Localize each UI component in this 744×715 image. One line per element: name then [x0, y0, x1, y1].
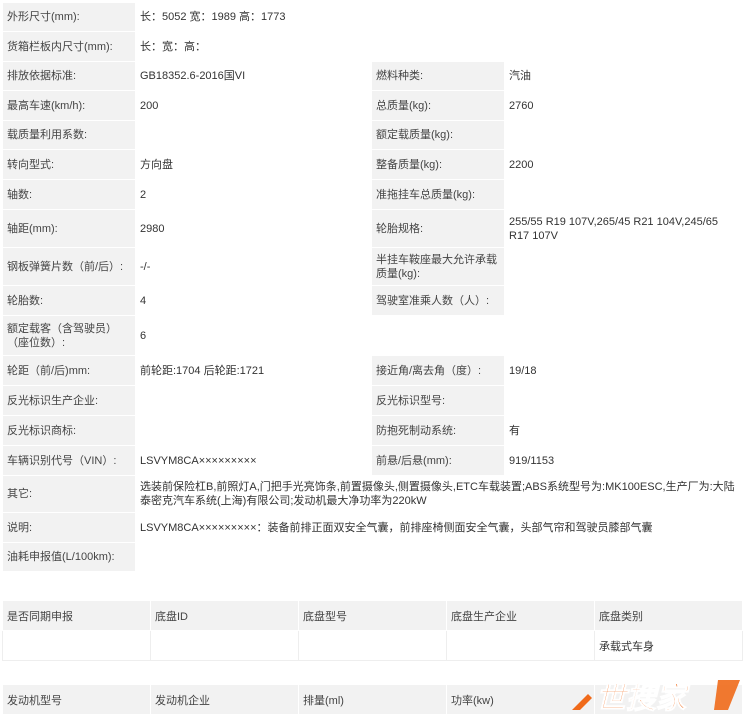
- abs-value: 有: [503, 415, 744, 446]
- steering-label: 转向型式:: [2, 149, 136, 180]
- cab-passengers-value: [503, 285, 744, 316]
- track-label: 轮距（前/后)mm:: [2, 355, 136, 386]
- rated-load-value: [503, 120, 744, 150]
- track-value: 前轮距:1704 后轮距:1721: [135, 355, 372, 386]
- reflector-maker-value: [135, 385, 372, 416]
- overhang-label: 前悬/后悬(mm):: [371, 445, 505, 476]
- chassis-cell: [446, 630, 595, 661]
- gross-mass-value: 2760: [503, 90, 744, 121]
- spec-row: 最高车速(km/h): 200 总质量(kg): 2760: [2, 90, 744, 121]
- emission-label: 排放依据标准:: [2, 61, 136, 91]
- spec-row: 转向型式: 方向盘 整备质量(kg): 2200: [2, 149, 744, 180]
- reflector-brand-value: [135, 415, 372, 446]
- tires-count-label: 轮胎数:: [2, 285, 136, 316]
- tire-value: 255/55 R19 107V,265/45 R21 104V,245/65 R…: [503, 209, 744, 248]
- overhang-value: 919/1153: [503, 445, 744, 476]
- dimensions-value: 长：5052 宽：1989 高：1773: [134, 2, 744, 32]
- engine-table: 发动机型号 发动机企业 排量(ml) 功率(kw): [2, 684, 743, 715]
- max-speed-value: 200: [135, 90, 372, 121]
- leaf-spring-label: 钢板弹簧片数（前/后）:: [2, 247, 136, 286]
- chassis-cell: 承载式车身: [594, 630, 743, 661]
- engine-header-row: 发动机型号 发动机企业 排量(ml) 功率(kw): [2, 684, 743, 715]
- reflector-model-value: [503, 385, 744, 416]
- leaf-spring-value: -/-: [135, 247, 372, 286]
- spec-row: 说明: LSVYM8CA×××××××××：装备前排正面双安全气囊，前排座椅侧面…: [2, 512, 744, 543]
- seats-value: 6: [134, 315, 744, 356]
- vin-label: 车辆识别代号（VIN）:: [2, 445, 136, 476]
- spec-row: 油耗申报值(L/100km):: [2, 542, 744, 572]
- load-util-label: 载质量利用系数:: [2, 120, 136, 150]
- spec-row: 轴距(mm): 2980 轮胎规格: 255/55 R19 107V,265/4…: [2, 209, 744, 248]
- spec-row: 载质量利用系数: 额定载质量(kg):: [2, 120, 744, 150]
- fuel-value: 汽油: [503, 61, 744, 91]
- spec-row: 额定载客（含驾驶员）（座位数）: 6: [2, 315, 744, 356]
- fuel-consumption-value: [134, 542, 744, 572]
- cab-passengers-label: 驾驶室准乘人数（人）:: [371, 285, 505, 316]
- engine-header-cell: 功率(kw): [446, 684, 595, 715]
- reflector-brand-label: 反光标识商标:: [2, 415, 136, 446]
- spec-row: 货箱栏板内尺寸(mm): 长：宽：高：: [2, 31, 744, 62]
- chassis-header-cell: 底盘生产企业: [446, 600, 595, 631]
- engine-header-cell: 发动机型号: [2, 684, 151, 715]
- angles-label: 接近角/离去角（度）:: [371, 355, 505, 386]
- spec-row: 反光标识生产企业: 反光标识型号:: [2, 385, 744, 416]
- chassis-header-cell: 底盘类别: [594, 600, 743, 631]
- chassis-header-row: 是否同期申报 底盘ID 底盘型号 底盘生产企业 底盘类别: [2, 600, 743, 631]
- load-util-value: [135, 120, 372, 150]
- saddle-value: [503, 247, 744, 286]
- curb-mass-value: 2200: [503, 149, 744, 180]
- spec-table: 外形尺寸(mm): 长：5052 宽：1989 高：1773 货箱栏板内尺寸(m…: [2, 2, 744, 572]
- curb-mass-label: 整备质量(kg):: [371, 149, 505, 180]
- reflector-model-label: 反光标识型号:: [371, 385, 505, 416]
- chassis-cell: [150, 630, 299, 661]
- fuel-consumption-label: 油耗申报值(L/100km):: [2, 542, 136, 572]
- spec-row: 车辆识别代号（VIN）: LSVYM8CA××××××××× 前悬/后悬(mm)…: [2, 445, 744, 476]
- other-label: 其它:: [2, 475, 136, 513]
- chassis-cell: [2, 630, 151, 661]
- emission-value: GB18352.6-2016国VI: [135, 61, 372, 91]
- tire-label: 轮胎规格:: [371, 209, 505, 248]
- note-label: 说明:: [2, 512, 136, 543]
- trailer-mass-label: 准拖挂车总质量(kg):: [371, 179, 505, 210]
- note-value: LSVYM8CA×××××××××：装备前排正面双安全气囊，前排座椅侧面安全气囊…: [134, 512, 744, 543]
- reflector-maker-label: 反光标识生产企业:: [2, 385, 136, 416]
- tires-count-value: 4: [135, 285, 372, 316]
- chassis-cell: [298, 630, 447, 661]
- cargo-box-value: 长：宽：高：: [134, 31, 744, 62]
- chassis-header-cell: 底盘ID: [150, 600, 299, 631]
- dimensions-label: 外形尺寸(mm):: [2, 2, 136, 32]
- chassis-table: 是否同期申报 底盘ID 底盘型号 底盘生产企业 底盘类别 承载式车身: [2, 600, 743, 661]
- other-value: 选装前保险杠B,前照灯A,门把手光亮饰条,前置摄像头,侧置摄像头,ETC车载装置…: [134, 475, 744, 513]
- rated-load-label: 额定载质量(kg):: [371, 120, 505, 150]
- axles-value: 2: [135, 179, 372, 210]
- fuel-label: 燃料种类:: [371, 61, 505, 91]
- axles-label: 轴数:: [2, 179, 136, 210]
- vin-value: LSVYM8CA×××××××××: [135, 445, 372, 476]
- steering-value: 方向盘: [135, 149, 372, 180]
- spec-row: 轮胎数: 4 驾驶室准乘人数（人）:: [2, 285, 744, 316]
- angles-value: 19/18: [503, 355, 744, 386]
- spec-row: 轮距（前/后)mm: 前轮距:1704 后轮距:1721 接近角/离去角（度）:…: [2, 355, 744, 386]
- wheelbase-label: 轴距(mm):: [2, 209, 136, 248]
- spec-row: 排放依据标准: GB18352.6-2016国VI 燃料种类: 汽油: [2, 61, 744, 91]
- trailer-mass-value: [503, 179, 744, 210]
- spec-row: 其它: 选装前保险杠B,前照灯A,门把手光亮饰条,前置摄像头,侧置摄像头,ETC…: [2, 475, 744, 513]
- seats-label: 额定载客（含驾驶员）（座位数）:: [2, 315, 136, 356]
- chassis-header-cell: 是否同期申报: [2, 600, 151, 631]
- spec-row: 轴数: 2 准拖挂车总质量(kg):: [2, 179, 744, 210]
- engine-header-cell: 发动机企业: [150, 684, 299, 715]
- engine-header-cell: 排量(ml): [298, 684, 447, 715]
- abs-label: 防抱死制动系统:: [371, 415, 505, 446]
- saddle-label: 半挂车鞍座最大允许承载质量(kg):: [371, 247, 505, 286]
- cargo-box-label: 货箱栏板内尺寸(mm):: [2, 31, 136, 62]
- max-speed-label: 最高车速(km/h):: [2, 90, 136, 121]
- engine-header-cell: [594, 684, 743, 715]
- gross-mass-label: 总质量(kg):: [371, 90, 505, 121]
- chassis-data-row: 承载式车身: [2, 630, 743, 661]
- chassis-header-cell: 底盘型号: [298, 600, 447, 631]
- spec-row: 反光标识商标: 防抱死制动系统: 有: [2, 415, 744, 446]
- wheelbase-value: 2980: [135, 209, 372, 248]
- spec-row: 钢板弹簧片数（前/后）: -/- 半挂车鞍座最大允许承载质量(kg):: [2, 247, 744, 286]
- spec-row: 外形尺寸(mm): 长：5052 宽：1989 高：1773: [2, 2, 744, 32]
